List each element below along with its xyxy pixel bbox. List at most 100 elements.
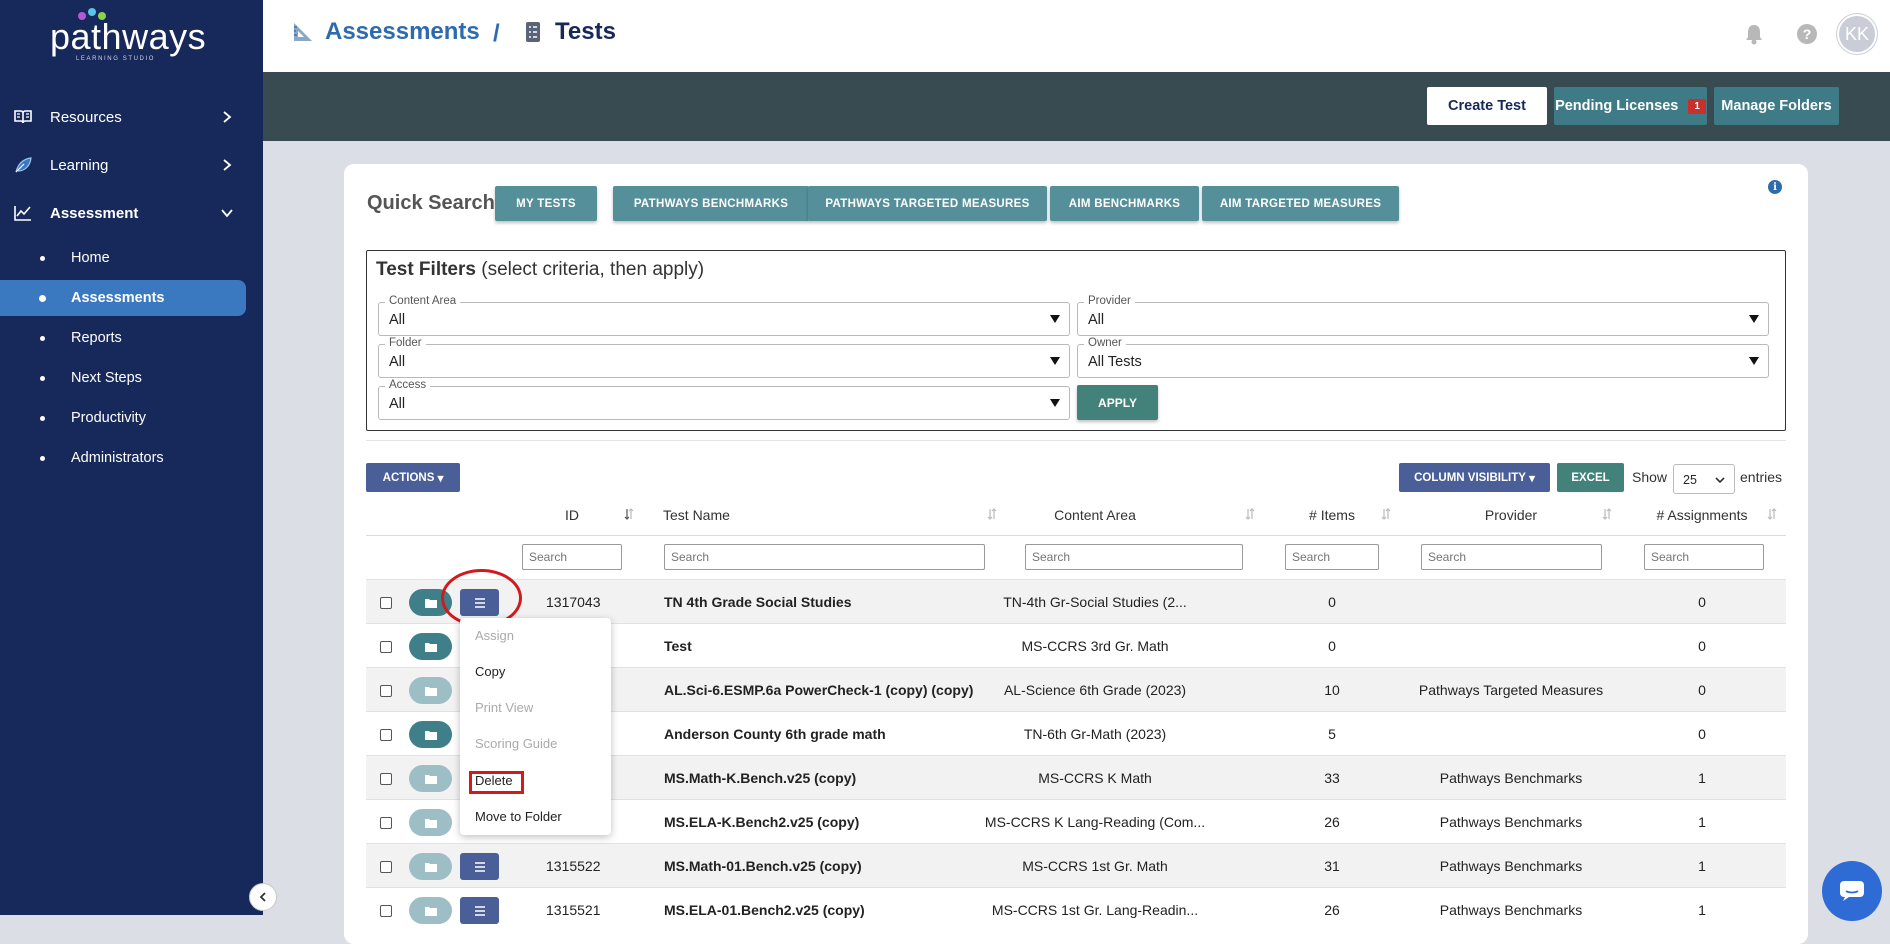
bullet bbox=[40, 455, 45, 461]
sort-icon[interactable] bbox=[1380, 507, 1392, 521]
cell-test-name[interactable]: Anderson County 6th grade math bbox=[664, 726, 886, 742]
apply-filters-button[interactable]: APPLY bbox=[1077, 385, 1158, 420]
folder-icon bbox=[424, 774, 437, 784]
folder-button[interactable] bbox=[409, 897, 452, 924]
quick-search-pathways-targeted[interactable]: PATHWAYS TARGETED MEASURES bbox=[808, 186, 1047, 221]
cell-test-name[interactable]: TN 4th Grade Social Studies bbox=[664, 594, 852, 610]
search-test-name-input[interactable] bbox=[664, 544, 985, 570]
row-checkbox[interactable] bbox=[380, 861, 392, 873]
breadcrumb-assessments[interactable]: Assessments bbox=[291, 18, 480, 46]
quick-search-aim-benchmarks[interactable]: AIM BENCHMARKS bbox=[1050, 186, 1199, 221]
cell-test-name[interactable]: Test bbox=[664, 638, 692, 654]
search-id-input[interactable] bbox=[522, 544, 622, 570]
row-checkbox[interactable] bbox=[380, 773, 392, 785]
row-checkbox[interactable] bbox=[380, 597, 392, 609]
sort-icon[interactable] bbox=[986, 507, 998, 521]
cell-test-name[interactable]: MS.Math-01.Bench.v25 (copy) bbox=[664, 858, 862, 874]
column-header-assignments[interactable]: # Assignments bbox=[1656, 507, 1747, 523]
column-header-test-name[interactable]: Test Name bbox=[663, 507, 730, 523]
row-checkbox[interactable] bbox=[380, 685, 392, 697]
search-items-input[interactable] bbox=[1285, 544, 1379, 570]
pending-licenses-label: Pending Licenses bbox=[1555, 98, 1679, 114]
row-menu-button[interactable] bbox=[460, 897, 499, 924]
pathways-logo[interactable]: pathways LEARNING STUDIO bbox=[50, 8, 206, 62]
bullet bbox=[40, 415, 45, 421]
page-size-select[interactable]: 25 bbox=[1673, 464, 1735, 494]
search-assignments-input[interactable] bbox=[1644, 544, 1764, 570]
user-avatar[interactable]: KK bbox=[1837, 14, 1877, 54]
sort-icon[interactable] bbox=[1244, 507, 1256, 521]
breadcrumb-tests: Tests bbox=[521, 18, 616, 46]
sidebar-collapse-button[interactable] bbox=[249, 883, 277, 911]
menu-item-move-to-folder[interactable]: Move to Folder bbox=[475, 809, 562, 824]
owner-select[interactable]: Owner All Tests bbox=[1077, 337, 1769, 378]
sidebar-subitem-assessments[interactable]: Assessments bbox=[0, 280, 246, 316]
folder-button[interactable] bbox=[409, 809, 452, 836]
help-icon[interactable]: ? bbox=[1793, 20, 1821, 48]
sidebar-item-assessment[interactable]: Assessment bbox=[0, 193, 263, 233]
sort-desc-icon[interactable] bbox=[623, 507, 635, 521]
menu-item-copy[interactable]: Copy bbox=[475, 664, 505, 679]
sidebar-item-label: Resources bbox=[50, 108, 122, 126]
sidebar-item-learning[interactable]: Learning bbox=[0, 145, 263, 185]
folder-button[interactable] bbox=[409, 633, 452, 660]
table-row[interactable]: 1317043 TN 4th Grade Social Studies TN-4… bbox=[366, 579, 1786, 623]
bell-icon[interactable] bbox=[1740, 20, 1768, 48]
column-header-provider[interactable]: Provider bbox=[1485, 507, 1537, 523]
row-menu-button[interactable] bbox=[460, 853, 499, 880]
create-test-button[interactable]: Create Test bbox=[1427, 87, 1547, 125]
column-header-items[interactable]: # Items bbox=[1309, 507, 1355, 523]
excel-export-button[interactable]: EXCEL bbox=[1557, 463, 1624, 492]
logo-subtitle: LEARNING STUDIO bbox=[76, 56, 156, 62]
row-checkbox[interactable] bbox=[380, 641, 392, 653]
quick-search-aim-targeted[interactable]: AIM TARGETED MEASURES bbox=[1202, 186, 1399, 221]
row-checkbox[interactable] bbox=[380, 817, 392, 829]
provider-select[interactable]: Provider All bbox=[1077, 295, 1769, 336]
chevron-right-icon bbox=[223, 159, 232, 171]
cell-test-name[interactable]: MS.ELA-K.Bench2.v25 (copy) bbox=[664, 814, 859, 830]
sidebar-subitem-home[interactable]: Home bbox=[0, 240, 246, 276]
dropdown-arrow-icon bbox=[1050, 315, 1060, 323]
table-row[interactable]: 1315522 MS.Math-01.Bench.v25 (copy) MS-C… bbox=[366, 843, 1786, 887]
menu-item-delete[interactable]: Delete bbox=[475, 773, 513, 788]
sidebar-subitem-label: Home bbox=[71, 250, 110, 266]
folder-button[interactable] bbox=[409, 765, 452, 792]
folder-button[interactable] bbox=[409, 721, 452, 748]
sidebar-subitem-reports[interactable]: Reports bbox=[0, 320, 246, 356]
chart-line-icon bbox=[13, 203, 33, 223]
cell-test-name[interactable]: MS.Math-K.Bench.v25 (copy) bbox=[664, 770, 856, 786]
quick-search-my-tests[interactable]: MY TESTS bbox=[495, 186, 597, 221]
cell-content-area: MS-CCRS K Lang-Reading (Com... bbox=[984, 814, 1206, 830]
cell-test-name[interactable]: MS.ELA-01.Bench2.v25 (copy) bbox=[664, 902, 865, 918]
folder-button[interactable] bbox=[409, 853, 452, 880]
folder-button[interactable] bbox=[409, 677, 452, 704]
manage-folders-button[interactable]: Manage Folders bbox=[1714, 87, 1839, 125]
access-select[interactable]: Access All bbox=[378, 379, 1070, 420]
pending-licenses-button[interactable]: Pending Licenses 1 bbox=[1554, 87, 1707, 125]
chat-widget-button[interactable] bbox=[1822, 861, 1882, 921]
filters-title: Test Filters (select criteria, then appl… bbox=[376, 259, 705, 280]
field-label: Provider bbox=[1084, 295, 1135, 307]
sidebar-subitem-next-steps[interactable]: Next Steps bbox=[0, 360, 246, 396]
info-icon[interactable]: i bbox=[1768, 180, 1782, 194]
cell-items: 26 bbox=[1324, 902, 1340, 918]
sidebar-item-resources[interactable]: Resources bbox=[0, 97, 263, 137]
search-content-area-input[interactable] bbox=[1025, 544, 1243, 570]
column-header-content-area[interactable]: Content Area bbox=[1054, 507, 1136, 523]
cell-test-name[interactable]: AL.Sci-6.ESMP.6a PowerCheck-1 (copy) (co… bbox=[664, 682, 973, 698]
actions-dropdown-button[interactable]: ACTIONS ▾ bbox=[366, 463, 460, 492]
row-checkbox[interactable] bbox=[380, 729, 392, 741]
sidebar-subitem-administrators[interactable]: Administrators bbox=[0, 440, 246, 476]
row-checkbox[interactable] bbox=[380, 905, 392, 917]
sort-icon[interactable] bbox=[1601, 507, 1613, 521]
sidebar-subitem-productivity[interactable]: Productivity bbox=[0, 400, 246, 436]
column-visibility-button[interactable]: COLUMN VISIBILITY ▾ bbox=[1399, 463, 1550, 492]
column-header-id[interactable]: ID bbox=[565, 507, 579, 523]
sidebar-item-label: Learning bbox=[50, 156, 109, 174]
table-row[interactable]: 1315521 MS.ELA-01.Bench2.v25 (copy) MS-C… bbox=[366, 887, 1786, 931]
search-provider-input[interactable] bbox=[1421, 544, 1602, 570]
folder-select[interactable]: Folder All bbox=[378, 337, 1070, 378]
quick-search-pathways-benchmarks[interactable]: PATHWAYS BENCHMARKS bbox=[613, 186, 809, 221]
sort-icon[interactable] bbox=[1766, 507, 1778, 521]
content-area-select[interactable]: Content Area All bbox=[378, 295, 1070, 336]
